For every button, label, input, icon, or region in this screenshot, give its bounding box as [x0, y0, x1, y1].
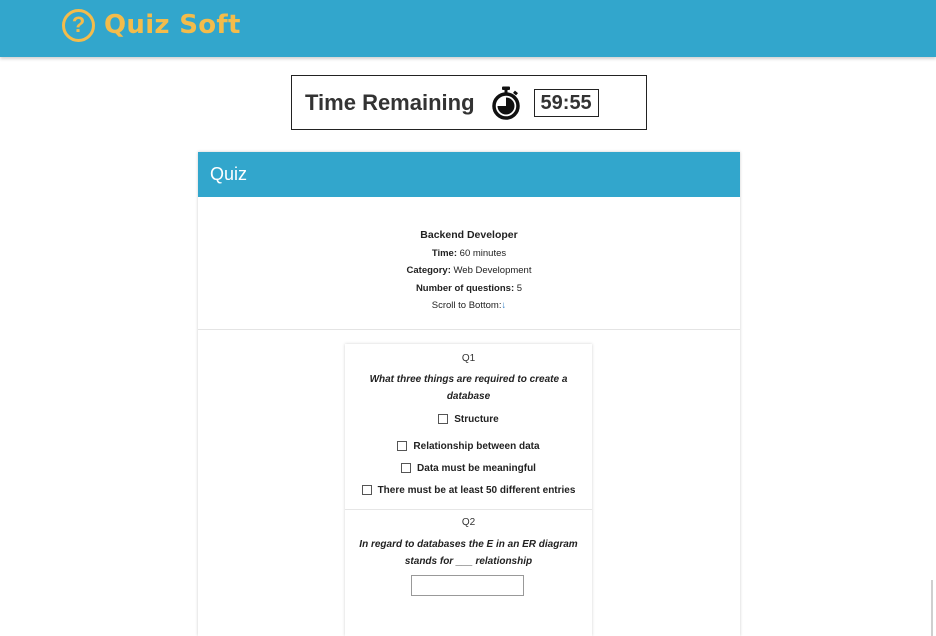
- quiz-title: Backend Developer: [420, 229, 518, 241]
- quiz-time-value: 60 minutes: [459, 247, 507, 259]
- quiz-category-label: Category:: [406, 265, 451, 276]
- question-circle-icon: ?: [62, 8, 95, 42]
- question-text: In regard to databases the E in an ER di…: [359, 539, 578, 567]
- stopwatch-icon: [491, 86, 520, 120]
- option-50-entries[interactable]: There must be at least 50 different entr…: [345, 483, 592, 497]
- quiz-category: Category: Web Development: [198, 262, 740, 280]
- answer-text-input[interactable]: [411, 575, 524, 596]
- quiz-time-label: Time:: [431, 247, 458, 259]
- quiz-card-heading: Quiz: [198, 152, 740, 197]
- question-number: Q1: [461, 353, 476, 364]
- option-label: There must be at least 50 different entr…: [377, 484, 576, 496]
- option-meaningful[interactable]: Data must be meaningful: [345, 461, 592, 475]
- brand-name: Quiz Soft: [104, 10, 241, 40]
- scroll-down-arrow-link[interactable]: ↓: [501, 300, 506, 311]
- option-checkbox[interactable]: [438, 414, 449, 424]
- option-checkbox[interactable]: [397, 441, 408, 451]
- question-divider: [345, 509, 592, 510]
- option-relationship[interactable]: Relationship between data: [345, 439, 592, 453]
- option-label: Structure: [454, 413, 499, 425]
- option-label: Data must be meaningful: [417, 462, 536, 474]
- questions-panel: Q1 What three things are required to cre…: [345, 344, 592, 636]
- quiz-time: Time: 60 minutes: [198, 245, 740, 263]
- option-structure[interactable]: Structure: [345, 412, 592, 426]
- top-navbar: ? Quiz Soft: [0, 0, 936, 57]
- quiz-num-questions-value: 5: [516, 282, 523, 294]
- timer-box: Time Remaining 59:55: [291, 75, 647, 130]
- option-label: Relationship between data: [413, 440, 540, 452]
- timer-label: Time Remaining: [305, 89, 475, 115]
- question-number: Q2: [461, 517, 476, 528]
- scrollbar[interactable]: [931, 580, 933, 636]
- scroll-to-bottom: Scroll to Bottom:↓: [198, 297, 740, 315]
- quiz-num-questions-label: Number of questions:: [415, 282, 515, 294]
- quiz-category-value: Web Development: [453, 265, 532, 276]
- scroll-to-bottom-label: Scroll to Bottom:: [431, 300, 502, 311]
- option-checkbox[interactable]: [361, 485, 372, 495]
- brand-logo-link[interactable]: ? Quiz Soft: [62, 8, 241, 42]
- quiz-num-questions: Number of questions: 5: [198, 280, 740, 298]
- quiz-details: Backend Developer Time: 60 minutes Categ…: [198, 197, 740, 330]
- question-text: What three things are required to create…: [369, 374, 568, 402]
- option-checkbox[interactable]: [401, 463, 412, 473]
- timer-countdown: 59:55: [533, 88, 599, 117]
